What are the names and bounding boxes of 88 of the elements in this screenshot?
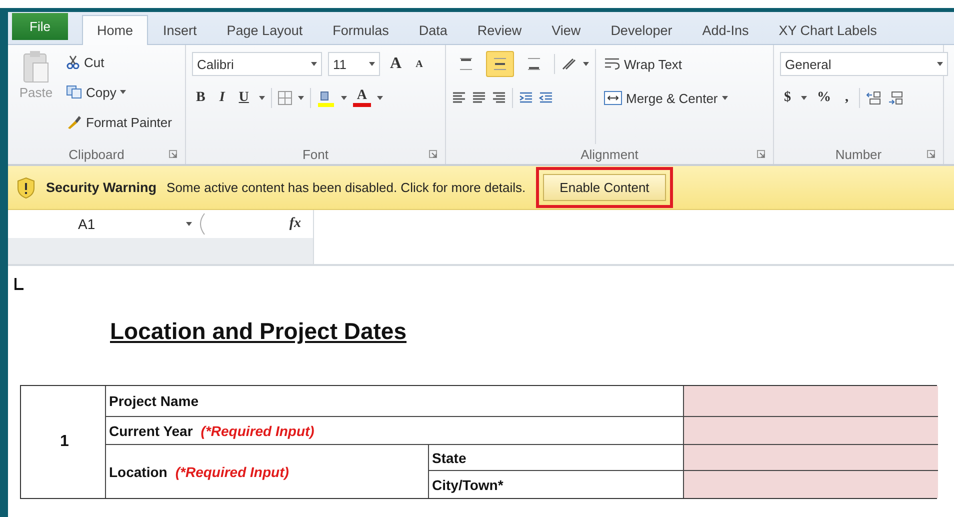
sheet-title: Location and Project Dates [110,318,407,345]
caret-icon [298,96,304,100]
warning-message[interactable]: Some active content has been disabled. Click for more details. [166,180,526,195]
font-size-field[interactable]: 11 [328,52,380,76]
group-label: Number [835,146,882,162]
required-note: (*Required Input) [200,422,314,438]
file-tab[interactable]: File [12,13,68,40]
group-label: Font [302,146,328,162]
separator-icon [200,213,205,235]
insert-function-button[interactable]: fx [285,216,305,232]
borders-icon [278,91,292,105]
caret-icon [311,62,317,66]
indent-icon [519,92,533,104]
caret-icon [120,90,126,94]
dialog-launcher-icon[interactable] [757,150,765,158]
group-label: Clipboard [68,146,124,162]
caret-icon [377,96,384,100]
label-text: Current Year [109,422,193,438]
caret-icon [722,96,728,100]
align-text-icon [492,92,506,104]
ribbon-tab[interactable]: Add-Ins [687,15,764,44]
shield-warning-icon [16,176,36,198]
ribbon-tab[interactable]: XY Chart Labels [764,15,892,44]
input-cell[interactable] [684,417,938,445]
enable-content-button[interactable]: Enable Content [542,174,666,201]
align-button[interactable] [486,51,514,77]
bold-button[interactable]: B [192,90,210,106]
decrease-decimal-icon [888,91,904,105]
percent-button[interactable]: % [813,90,835,106]
merge-cells-icon [604,91,622,105]
input-cell[interactable] [684,471,938,498]
grow-font-button[interactable]: A [386,55,406,73]
underline-button[interactable]: U [234,90,253,106]
dialog-launcher-icon[interactable] [927,150,935,158]
increase-decimal-icon [866,91,882,105]
dialog-launcher-icon[interactable] [429,150,437,158]
text-orientation-icon [561,57,577,71]
scissors-icon [66,55,80,69]
align-icon [528,58,540,70]
ribbon-tab[interactable]: Review [462,15,537,44]
caret-icon [258,96,265,100]
table-cell: 1 [21,386,106,498]
ribbon-tab[interactable]: View [536,15,596,44]
fill-bucket-icon [316,89,335,107]
ribbon-tab[interactable]: Home [82,15,148,45]
comma-button[interactable]: , [841,90,852,106]
caret-icon [937,62,943,66]
paintbrush-icon [66,115,82,129]
number-format-field[interactable]: General [780,52,948,76]
ribbon-tab[interactable]: Developer [596,15,688,44]
align-text-icon [452,92,466,104]
table-cell: State [429,445,684,471]
align-icon [494,58,506,70]
caret-icon [186,222,192,226]
clipboard-icon [23,51,49,83]
align-text-icon [472,92,486,104]
cell-corner-icon [14,278,24,290]
caret-icon [583,62,589,66]
ribbon-tab[interactable]: Data [404,15,462,44]
font-name-field[interactable]: Calibri [192,52,322,76]
label-text: Location [109,464,168,480]
merge-center-button[interactable]: Merge & Center [602,83,730,113]
font-color-button[interactable]: A [352,89,372,107]
warning-title: Security Warning [46,180,157,195]
caret-icon [369,62,375,66]
copy-icon [66,85,82,99]
format-painter-button[interactable]: Format Painter [64,109,174,135]
label-text: Project Name [109,393,198,409]
currency-button[interactable]: $ [780,90,795,106]
group-label: Alignment [580,146,638,162]
wrap-text-button[interactable]: Wrap Text [602,49,730,79]
ribbon-tab[interactable]: Formulas [318,15,404,44]
align-icon [460,58,472,70]
required-note: (*Required Input) [175,464,289,480]
input-cell[interactable] [684,386,938,417]
ribbon-tab[interactable]: Page Layout [212,15,318,44]
shrink-font-button[interactable]: A [412,58,427,70]
cut-button[interactable]: Cut [64,49,174,75]
indent-icon [539,92,553,104]
dialog-launcher-icon[interactable] [169,150,177,158]
copy-button[interactable]: Copy [64,79,174,105]
caret-icon [340,96,347,100]
name-box[interactable]: A1 [78,216,178,232]
wrap-text-icon [604,57,620,71]
ribbon-tab[interactable]: Insert [148,15,212,44]
italic-button[interactable]: I [215,90,229,106]
caret-icon [801,96,807,100]
input-cell[interactable] [684,445,938,471]
